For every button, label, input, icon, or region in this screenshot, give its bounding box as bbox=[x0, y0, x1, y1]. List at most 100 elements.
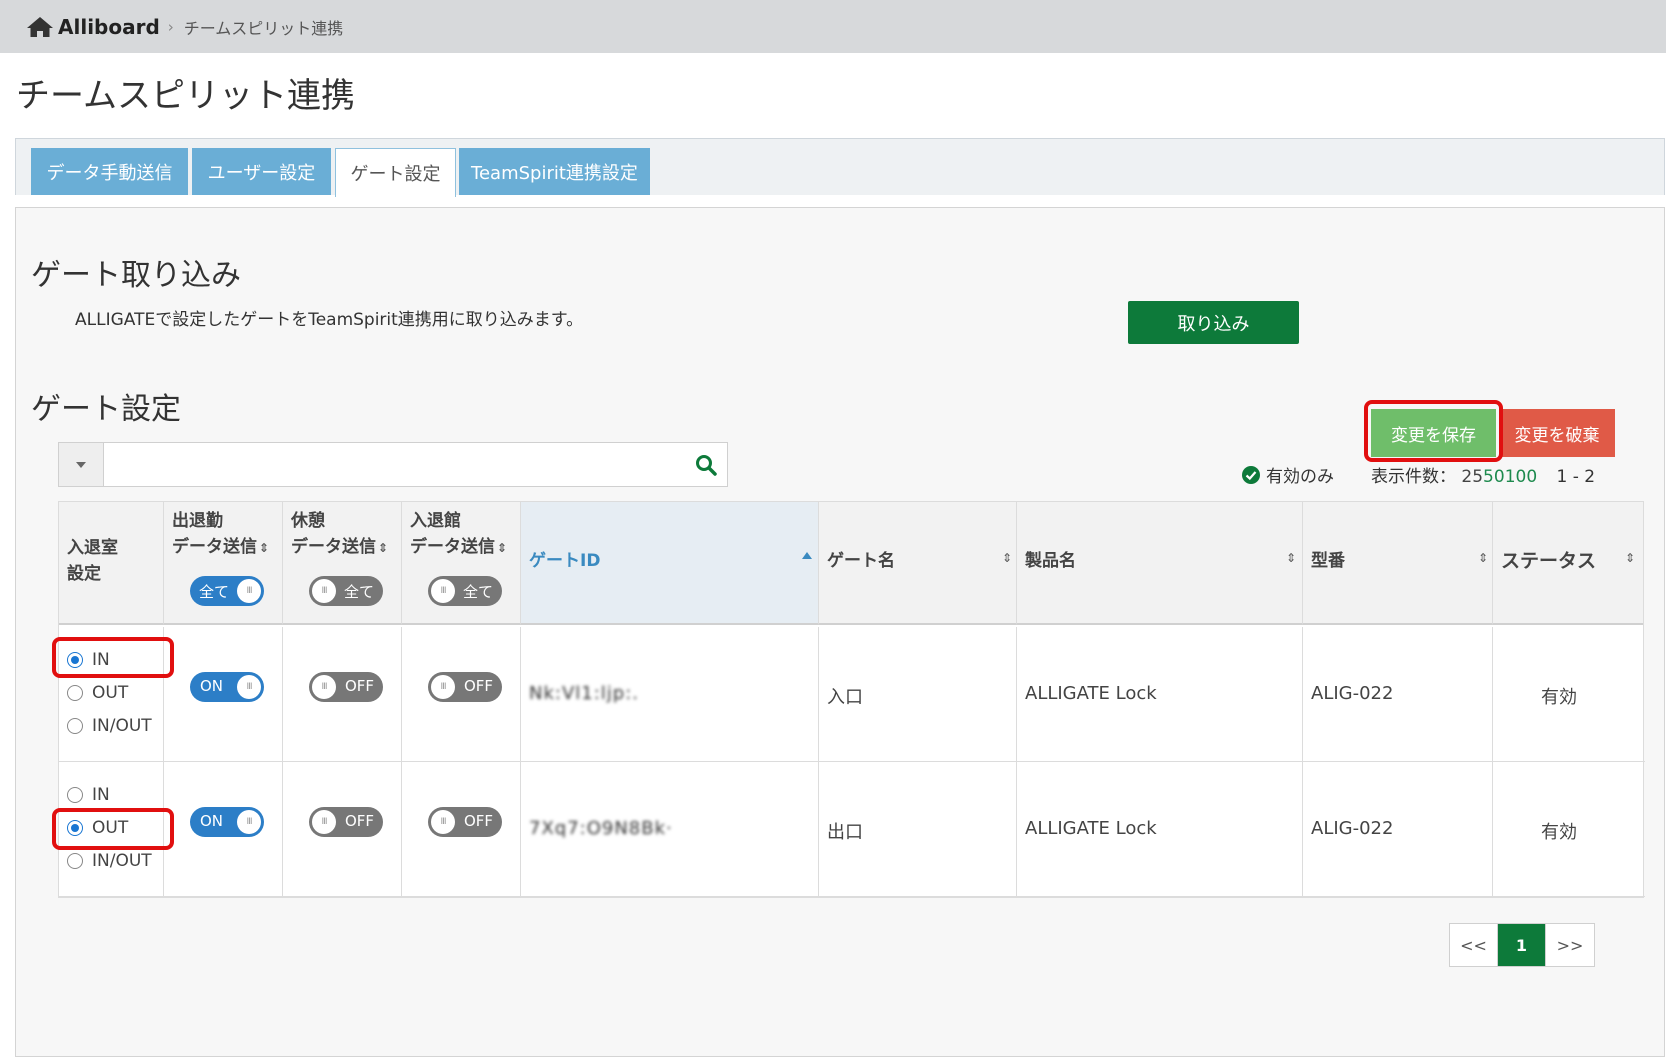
search-field-dropdown[interactable] bbox=[59, 443, 104, 486]
radio-button[interactable] bbox=[67, 853, 83, 869]
active-only-label: 有効のみ bbox=[1266, 467, 1334, 487]
page-size-100[interactable]: 100 bbox=[1505, 467, 1537, 487]
header-product-name[interactable]: 製品名 ⇕ bbox=[1017, 502, 1303, 625]
radio-in-out[interactable]: IN/OUT bbox=[67, 716, 152, 736]
radio-out[interactable]: OUT bbox=[67, 683, 128, 703]
search-input[interactable] bbox=[104, 443, 685, 486]
break-cell: III OFF bbox=[283, 627, 402, 762]
radio-out[interactable]: OUT bbox=[67, 818, 128, 838]
gate-id-cell: 7Xq7:O9N8Bk· bbox=[521, 762, 819, 897]
building-toggle[interactable]: III OFF bbox=[428, 807, 502, 837]
gate-name-cell: 入口 bbox=[819, 627, 1017, 762]
radio-button[interactable] bbox=[67, 685, 83, 701]
gate-id-value: Nk:Vl1:ljp:. bbox=[529, 683, 639, 704]
discard-changes-button[interactable]: 変更を破棄 bbox=[1499, 409, 1615, 457]
io-radio-group: IN OUT IN/OUT bbox=[59, 762, 164, 897]
status-value: 有効 bbox=[1541, 822, 1577, 843]
header-io-setting: 入退室 設定 bbox=[59, 502, 164, 625]
product-value: ALLIGATE Lock bbox=[1025, 818, 1157, 839]
pagination-prev[interactable]: << bbox=[1450, 924, 1498, 966]
sort-icon: ⇕ bbox=[1478, 551, 1489, 565]
home-icon[interactable] bbox=[26, 15, 54, 39]
model-cell: ALIG-022 bbox=[1303, 627, 1493, 762]
page-size-50[interactable]: 50 bbox=[1483, 467, 1505, 487]
page-title: チームスピリット連携 bbox=[16, 76, 355, 116]
header-break-send[interactable]: 休憩 データ送信 ⇕ III 全て bbox=[283, 502, 402, 625]
building-cell: III OFF bbox=[402, 762, 521, 897]
io-radio-group: IN OUT IN/OUT bbox=[59, 627, 164, 762]
gate-id-cell: Nk:Vl1:ljp:. bbox=[521, 627, 819, 762]
header-status[interactable]: ステータス ⇕ bbox=[1493, 502, 1643, 625]
product-cell: ALLIGATE Lock bbox=[1017, 762, 1303, 897]
header-attendance-send[interactable]: 出退勤 データ送信 ⇕ 全て III bbox=[164, 502, 283, 625]
gate-table: 入退室 設定 出退勤 データ送信 ⇕ 全て III 休憩 データ送信 ⇕ III 全て 入退館… bbox=[58, 501, 1645, 898]
radio-button[interactable] bbox=[67, 652, 83, 668]
gate-name-cell: 出口 bbox=[819, 762, 1017, 897]
page-size-25[interactable]: 25 bbox=[1461, 467, 1483, 487]
sort-icon: ⇕ bbox=[1625, 551, 1636, 565]
tab-teamspirit-settings[interactable]: TeamSpirit連携設定 bbox=[459, 148, 650, 195]
product-cell: ALLIGATE Lock bbox=[1017, 627, 1303, 762]
radio-in[interactable]: IN bbox=[67, 650, 110, 670]
building-all-toggle[interactable]: III 全て bbox=[428, 576, 502, 606]
check-circle-icon bbox=[1242, 465, 1260, 484]
breadcrumb-separator: › bbox=[167, 17, 174, 36]
building-cell: III OFF bbox=[402, 627, 521, 762]
header-building-send[interactable]: 入退館 データ送信 ⇕ III 全て bbox=[402, 502, 521, 625]
gate-section-title: ゲート設定 bbox=[31, 392, 181, 427]
active-only-filter[interactable]: 有効のみ bbox=[1242, 462, 1334, 487]
caret-down-icon bbox=[76, 461, 86, 468]
radio-in[interactable]: IN bbox=[67, 785, 110, 805]
import-section-title: ゲート取り込み bbox=[31, 258, 241, 293]
break-cell: III OFF bbox=[283, 762, 402, 897]
breadcrumb-current: チームスピリット連携 bbox=[183, 18, 344, 38]
tab-manual-send[interactable]: データ手動送信 bbox=[31, 148, 188, 195]
attendance-cell: ON III bbox=[164, 627, 283, 762]
sort-icon: ⇕ bbox=[1002, 551, 1013, 565]
tab-bar: データ手動送信 ユーザー設定 ゲート設定 TeamSpirit連携設定 bbox=[15, 138, 1665, 197]
break-toggle[interactable]: III OFF bbox=[309, 807, 383, 837]
attendance-all-toggle[interactable]: 全て III bbox=[190, 576, 264, 606]
radio-button[interactable] bbox=[67, 820, 83, 836]
radio-in-out[interactable]: IN/OUT bbox=[67, 851, 152, 871]
model-cell: ALIG-022 bbox=[1303, 762, 1493, 897]
table-row: IN OUT IN/OUT ON III III OFF III OFF 7Xq7:O… bbox=[59, 762, 1645, 897]
model-value: ALIG-022 bbox=[1311, 683, 1394, 704]
sort-icon: ⇕ bbox=[259, 541, 270, 555]
gate-id-value: 7Xq7:O9N8Bk· bbox=[529, 818, 673, 839]
attendance-toggle[interactable]: ON III bbox=[190, 672, 264, 702]
page-size-label: 表示件数： bbox=[1371, 467, 1456, 487]
gate-name-value: 出口 bbox=[827, 822, 863, 843]
search-bar bbox=[58, 442, 728, 487]
pagination: << 1 >> bbox=[1449, 923, 1595, 967]
import-description: ALLIGATEで設定したゲートをTeamSpirit連携用に取り込みます。 bbox=[75, 310, 584, 330]
status-cell: 有効 bbox=[1493, 627, 1643, 762]
header-gate-id[interactable]: ゲートID bbox=[521, 502, 819, 625]
table-row: IN OUT IN/OUT ON III III OFF III OFF Nk:Vl1… bbox=[59, 627, 1645, 762]
page-size-control: 表示件数： 2550100 1 - 2 bbox=[1371, 462, 1595, 487]
pagination-page-1[interactable]: 1 bbox=[1498, 924, 1546, 966]
attendance-cell: ON III bbox=[164, 762, 283, 897]
pagination-next[interactable]: >> bbox=[1546, 924, 1594, 966]
header-gate-name[interactable]: ゲート名 ⇕ bbox=[819, 502, 1017, 625]
model-value: ALIG-022 bbox=[1311, 818, 1394, 839]
search-icon[interactable] bbox=[685, 443, 727, 486]
breadcrumb: Alliboard › チームスピリット連携 bbox=[0, 0, 1666, 53]
save-changes-button[interactable]: 変更を保存 bbox=[1371, 409, 1496, 457]
radio-button[interactable] bbox=[67, 718, 83, 734]
tab-user-settings[interactable]: ユーザー設定 bbox=[192, 148, 331, 195]
break-toggle[interactable]: III OFF bbox=[309, 672, 383, 702]
import-button[interactable]: 取り込み bbox=[1128, 301, 1299, 344]
brand-link[interactable]: Alliboard bbox=[58, 15, 160, 39]
building-toggle[interactable]: III OFF bbox=[428, 672, 502, 702]
tab-gate-settings[interactable]: ゲート設定 bbox=[335, 148, 456, 197]
sort-asc-icon bbox=[802, 552, 812, 559]
result-range: 1 - 2 bbox=[1556, 467, 1596, 487]
radio-button[interactable] bbox=[67, 787, 83, 803]
attendance-toggle[interactable]: ON III bbox=[190, 807, 264, 837]
product-value: ALLIGATE Lock bbox=[1025, 683, 1157, 704]
break-all-toggle[interactable]: III 全て bbox=[309, 576, 383, 606]
header-model[interactable]: 型番 ⇕ bbox=[1303, 502, 1493, 625]
sort-icon: ⇕ bbox=[497, 541, 508, 555]
status-cell: 有効 bbox=[1493, 762, 1643, 897]
